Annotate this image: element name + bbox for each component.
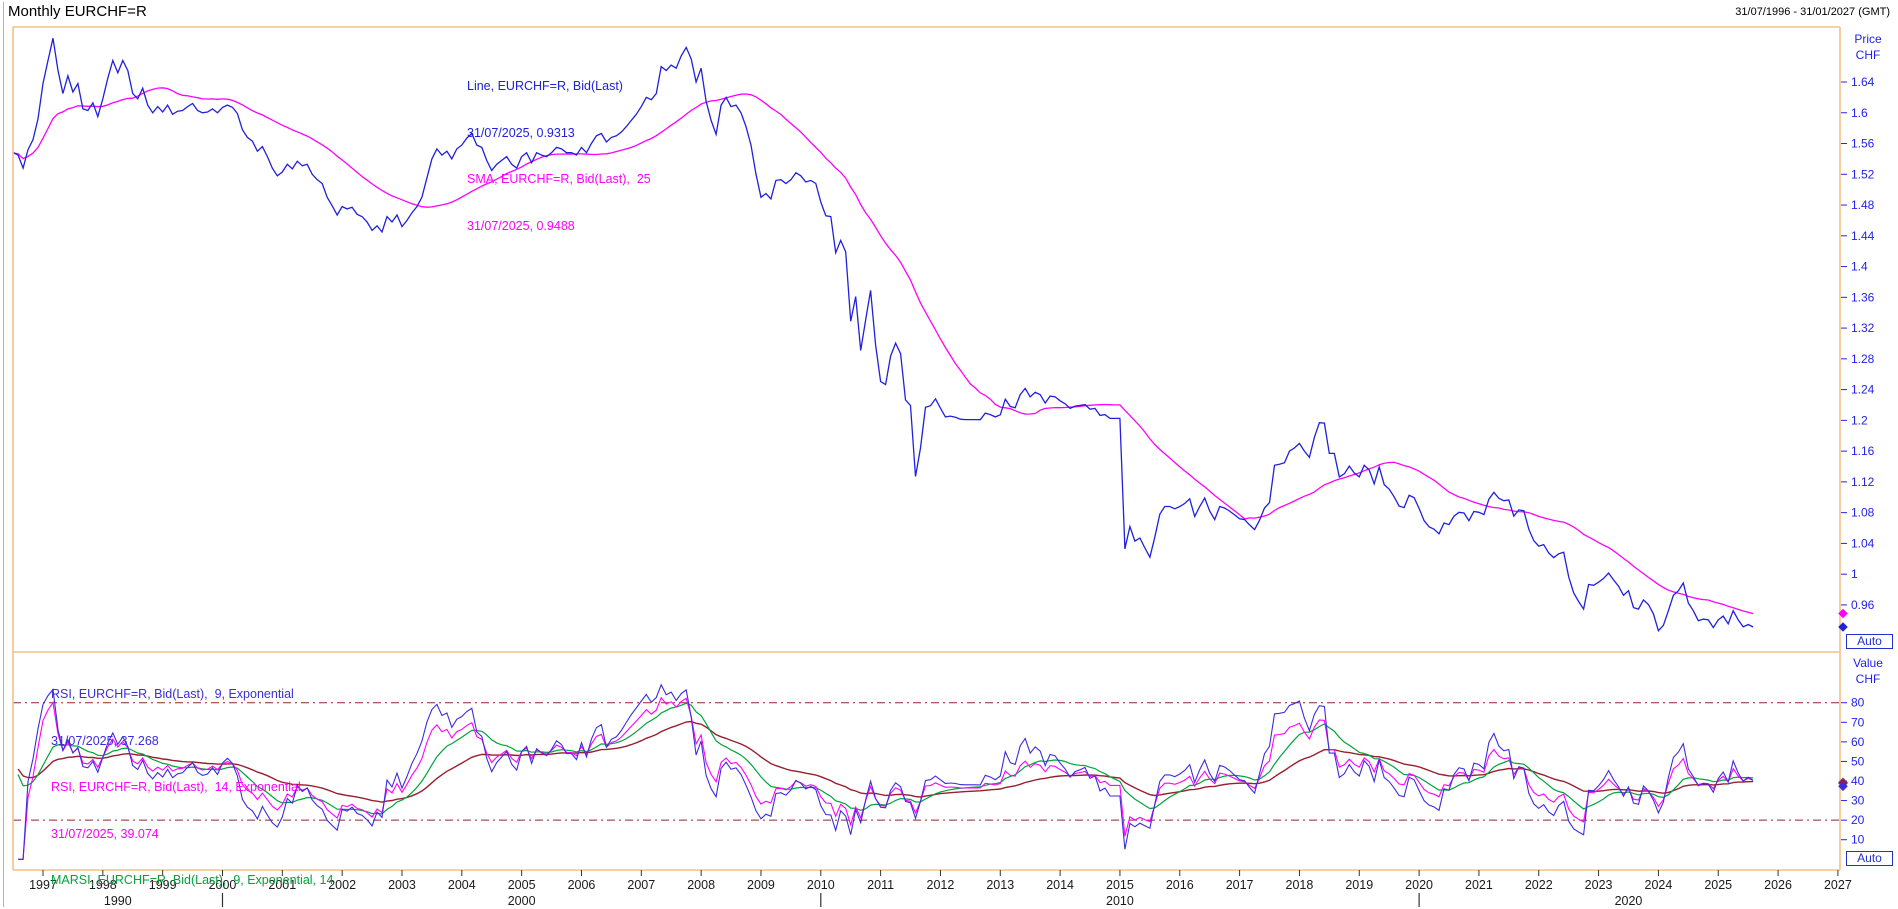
year-label: 2005 (508, 878, 536, 892)
price-tick-label: 1.36 (1851, 290, 1875, 304)
legend-line: MARSI, EURCHF=R, Bid(Last), 9, Exponenti… (51, 873, 340, 889)
year-label: 2013 (986, 878, 1014, 892)
chart-window: 1.64 1.6 1.56 1.52 1.48 1.44 1.4 1.36 1.32 1.28 1.… (0, 0, 1898, 909)
legend-line: 31/07/2025, 37.268 (51, 734, 340, 750)
price-tick-label: 1.2 (1851, 413, 1868, 427)
decade-label: 2020 (1615, 894, 1643, 908)
year-label: 2003 (388, 878, 416, 892)
price-tick-label: 1.44 (1851, 229, 1875, 243)
year-label: 2023 (1585, 878, 1613, 892)
rsi-panel-legend: RSI, EURCHF=R, Bid(Last), 9, Exponential… (51, 656, 340, 909)
value-tick-label: 60 (1851, 735, 1865, 749)
year-label: 2017 (1226, 878, 1254, 892)
value-tick-label: 40 (1851, 774, 1865, 788)
value-axis-title: ValueCHF (1845, 655, 1891, 687)
decade-label: 2000 (508, 894, 536, 908)
price-tick-label: 1.64 (1851, 75, 1875, 89)
legend-line: RSI, EURCHF=R, Bid(Last), 9, Exponential (51, 687, 340, 703)
year-label: 2004 (448, 878, 476, 892)
price-axis-title: PriceCHF (1845, 31, 1891, 63)
price-tick-label: 1.4 (1851, 260, 1868, 274)
price-tick-label: 0.96 (1851, 598, 1875, 612)
legend-line: Line, EURCHF=R, Bid(Last) (467, 79, 651, 95)
legend-line: RSI, EURCHF=R, Bid(Last), 14, Exponentia… (51, 780, 340, 796)
value-tick-label: 80 (1851, 696, 1865, 710)
date-range-label: 31/07/1996 - 31/01/2027 (GMT) (1735, 6, 1890, 18)
main-panel-legend: Line, EURCHF=R, Bid(Last) 31/07/2025, 0.… (467, 48, 651, 265)
year-label: 2019 (1345, 878, 1373, 892)
page-title: Monthly EURCHF=R (8, 3, 147, 20)
year-label: 2018 (1286, 878, 1314, 892)
year-label: 2008 (687, 878, 715, 892)
year-label: 2020 (1405, 878, 1433, 892)
legend-line: SMA, EURCHF=R, Bid(Last), 25 (467, 172, 651, 188)
price-tick-label: 1.16 (1851, 444, 1875, 458)
price-tick-label: 1 (1851, 567, 1858, 581)
legend-line: 31/07/2025, 0.9313 (467, 126, 651, 142)
price-axis-auto-button[interactable]: Auto (1846, 634, 1893, 649)
year-label: 2027 (1824, 878, 1852, 892)
year-label: 2024 (1645, 878, 1673, 892)
value-tick-label: 30 (1851, 794, 1865, 808)
year-label: 2010 (807, 878, 835, 892)
value-tick-label: 70 (1851, 715, 1865, 729)
year-label: 2016 (1166, 878, 1194, 892)
value-axis-auto-button[interactable]: Auto (1846, 851, 1893, 866)
year-label: 2021 (1465, 878, 1493, 892)
value-tick-label: 20 (1851, 813, 1865, 827)
year-label: 2011 (867, 878, 894, 892)
decade-label: 2010 (1106, 894, 1134, 908)
year-label: 2014 (1046, 878, 1074, 892)
price-tick-label: 1.24 (1851, 383, 1875, 397)
year-label: 2026 (1764, 878, 1792, 892)
year-label: 2009 (747, 878, 775, 892)
value-tick-label: 10 (1851, 833, 1865, 847)
year-label: 2015 (1106, 878, 1134, 892)
price-tick-label: 1.28 (1851, 352, 1875, 366)
price-tick-label: 1.32 (1851, 321, 1875, 335)
legend-line: 31/07/2025, 39.074 (51, 827, 340, 843)
year-label: 2012 (927, 878, 955, 892)
year-label: 2022 (1525, 878, 1553, 892)
legend-line: 31/07/2025, 0.9488 (467, 219, 651, 235)
price-tick-label: 1.52 (1851, 167, 1875, 181)
year-label: 2007 (627, 878, 655, 892)
price-tick-label: 1.6 (1851, 106, 1868, 120)
year-label: 2025 (1704, 878, 1732, 892)
year-label: 2006 (568, 878, 596, 892)
value-tick-label: 50 (1851, 754, 1865, 768)
price-tick-label: 1.08 (1851, 506, 1875, 520)
price-tick-label: 1.04 (1851, 536, 1875, 550)
price-tick-label: 1.56 (1851, 137, 1875, 151)
price-tick-label: 1.48 (1851, 198, 1875, 212)
main-chart-area[interactable] (13, 27, 1840, 652)
price-tick-label: 1.12 (1851, 475, 1875, 489)
